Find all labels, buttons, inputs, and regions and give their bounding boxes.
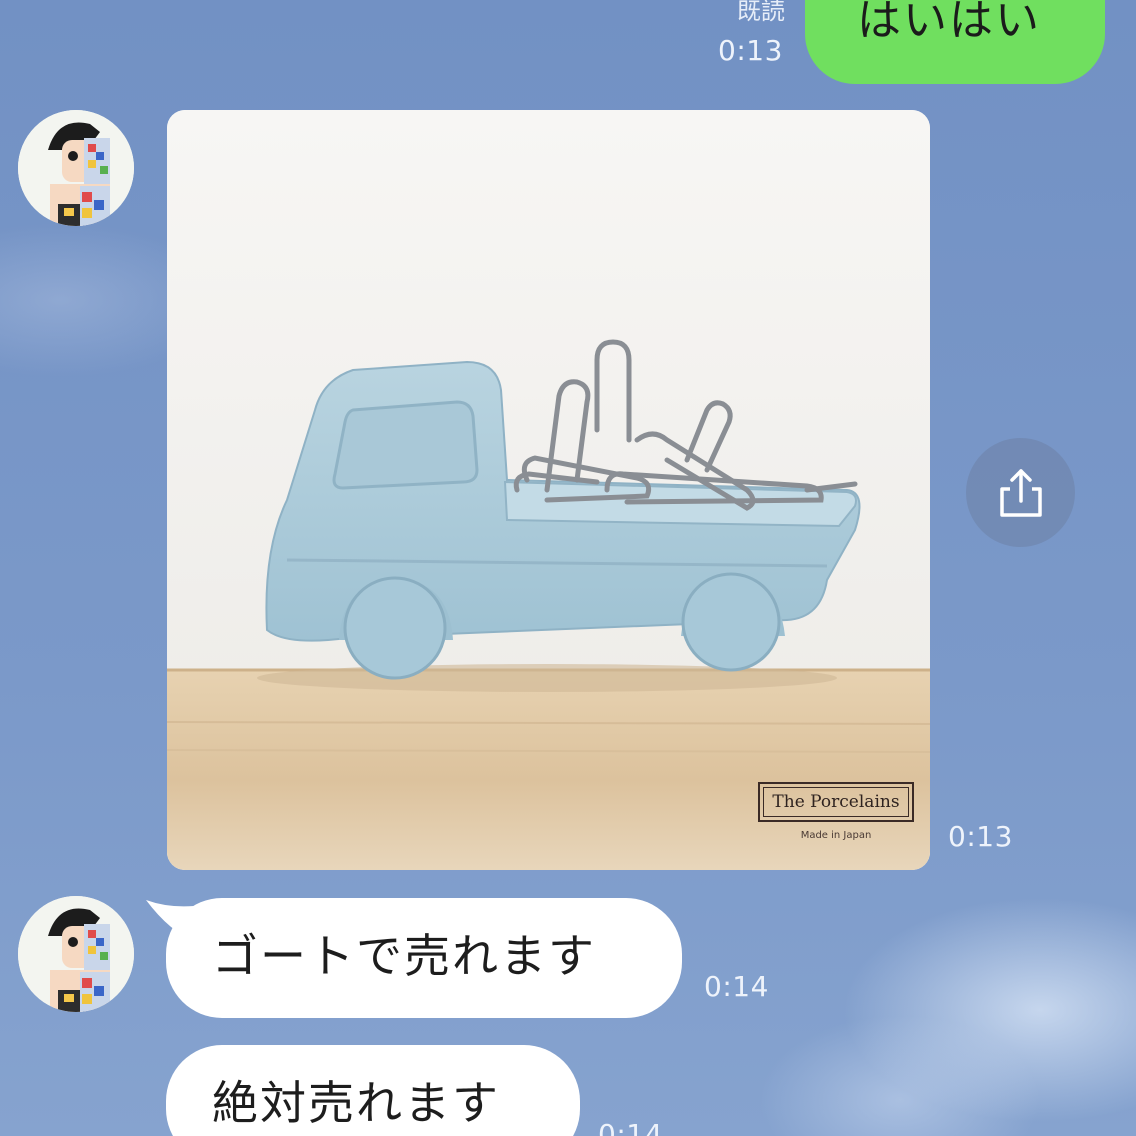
avatar-image (18, 110, 134, 226)
brand-subtitle: Made in Japan (800, 830, 872, 841)
sent-message-bubble[interactable]: はいはい (805, 0, 1105, 84)
message-text: ゴートで売れます (212, 929, 596, 983)
share-icon (999, 468, 1042, 517)
image-message[interactable]: The Porcelains Made in Japan (167, 110, 930, 870)
avatar[interactable] (18, 896, 134, 1012)
message-text: 絶対売れます (212, 1076, 500, 1130)
avatar-image (18, 896, 134, 1012)
truck-photo (167, 110, 930, 870)
received-message-bubble[interactable]: ゴートで売れます (166, 898, 682, 1018)
read-receipt: 既読 (737, 0, 785, 25)
message-text: はいはい (857, 0, 1041, 46)
received-message-bubble[interactable]: 絶対売れます (166, 1045, 580, 1136)
message-time: 0:13 (948, 820, 1013, 853)
brand-label: The Porcelains (758, 782, 914, 822)
share-button[interactable] (966, 438, 1075, 547)
avatar[interactable] (18, 110, 134, 226)
message-time: 0:13 (718, 34, 783, 67)
brand-name: The Porcelains (763, 787, 909, 817)
message-time: 0:14 (704, 970, 769, 1003)
message-time: 0:14 (598, 1118, 663, 1136)
